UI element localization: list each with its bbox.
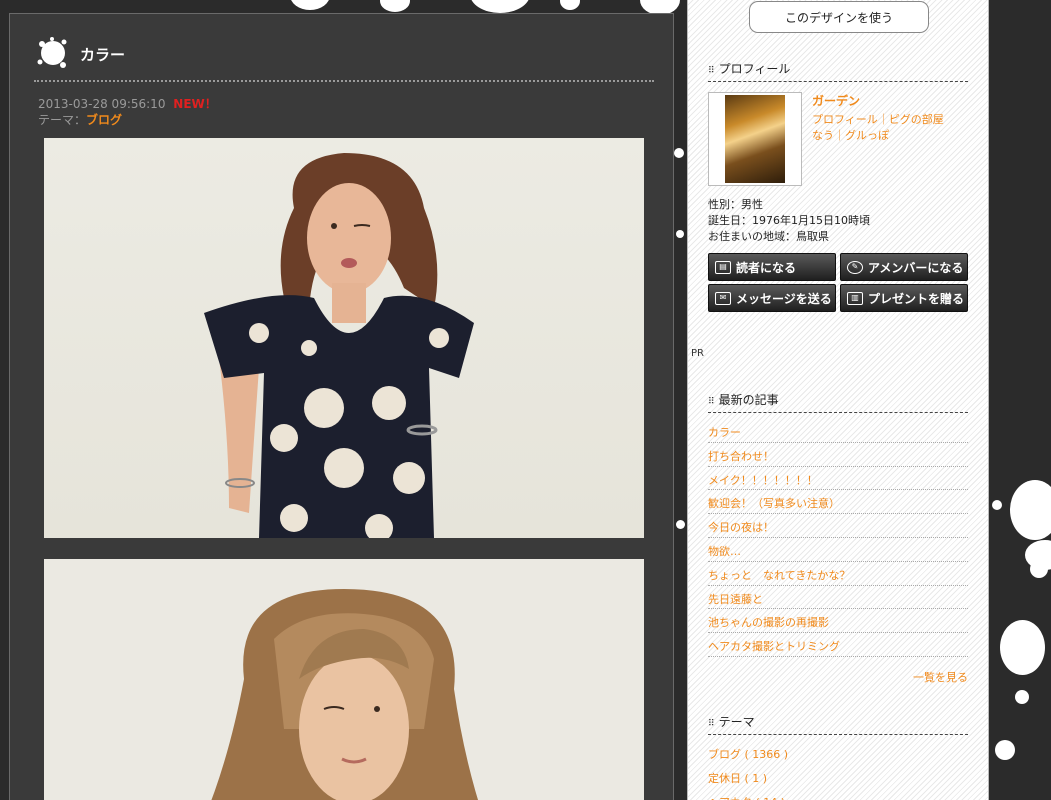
profile-birthday: 誕生日：1976年1月15日10時頃 [708,214,870,227]
article-header: カラー [34,36,654,82]
new-badge: NEW！ [173,97,217,111]
list-item[interactable]: ヘアカタ ( 14 ) [708,789,968,800]
article-meta: 2013-03-28 09:56:10 NEW！ テーマ：ブログ [38,96,217,128]
theme-label: テーマ： [38,113,87,127]
become-reader-button[interactable]: ▤ 読者になる [708,253,836,281]
list-item[interactable]: ちょっと なれてきたかな？ [708,562,968,586]
recent-section-title: ⠿ 最新の記事 [708,391,968,413]
list-item[interactable]: カラー [708,419,968,443]
list-item[interactable]: ブログ ( 1366 ) [708,741,968,765]
theme-section-title: ⠿ テーマ [708,713,968,735]
list-item[interactable]: 定休日 ( 1 ) [708,765,968,789]
profile-gender: 性別：男性 [708,198,763,211]
ink-splat-icon [37,37,67,68]
title-divider [34,80,654,82]
use-design-button[interactable]: このデザインを使う [749,1,929,33]
pr-label: PR [691,348,704,359]
theme-list: ブログ ( 1366 ) 定休日 ( 1 ) ヘアカタ ( 14 ) [708,741,968,800]
send-message-button[interactable]: ✉ メッセージを送る [708,284,836,312]
article-title[interactable]: カラー [80,44,125,65]
send-present-button[interactable]: ▥ プレゼントを贈る [840,284,968,312]
profile-links[interactable]: プロフィール｜ピグの部屋なう｜グルっぽ [812,112,952,144]
gift-icon: ▥ [847,291,863,305]
list-item[interactable]: 今日の夜は！ [708,514,968,538]
profile-name[interactable]: ガーデン [812,92,860,109]
article-date: 2013-03-28 09:56:10 [38,97,166,111]
book-icon: ▤ [715,260,731,274]
theme-link[interactable]: ブログ [86,113,122,127]
article-panel: カラー 2013-03-28 09:56:10 NEW！ テーマ：ブログ [9,13,674,800]
see-all-link[interactable]: 一覧を見る [708,669,968,685]
profile-image[interactable] [708,92,802,186]
model-photo-illustration [204,153,474,538]
list-item[interactable]: 池ちゃんの撮影の再撮影 [708,609,968,634]
bullet-icon: ⠿ [708,66,715,76]
right-splatter-area [990,0,1051,800]
bullet-icon: ⠿ [708,397,715,407]
become-amember-button[interactable]: ✎ アメンバーになる [840,253,968,281]
mail-icon: ✉ [715,291,731,305]
chat-icon: ✎ [847,260,863,274]
article-photo-1[interactable] [44,138,644,538]
bullet-icon: ⠿ [708,719,715,729]
profile-residence: お住まいの地域：鳥取県 [708,230,829,243]
article-photo-2[interactable] [44,559,644,800]
list-item[interactable]: 歓迎会！（写真多い注意） [708,490,968,515]
profile-section-title: ⠿ プロフィール [708,60,968,82]
list-item[interactable]: 打ち合わせ！ [708,443,968,467]
list-item[interactable]: 先日遠藤と [708,586,968,610]
list-item[interactable]: メイク！！！！！！！ [708,467,968,491]
list-item[interactable]: 物欲… [708,538,968,562]
model-photo-illustration-2 [211,589,479,800]
list-item[interactable]: ヘアカタ撮影とトリミング [708,633,968,657]
sidebar: このデザインを使う ⠿ プロフィール ガーデン プロフィール｜ピグの部屋なう｜グル… [687,0,989,800]
recent-articles-list: カラー 打ち合わせ！ メイク！！！！！！！ 歓迎会！（写真多い注意） 今日の夜は… [708,419,968,657]
